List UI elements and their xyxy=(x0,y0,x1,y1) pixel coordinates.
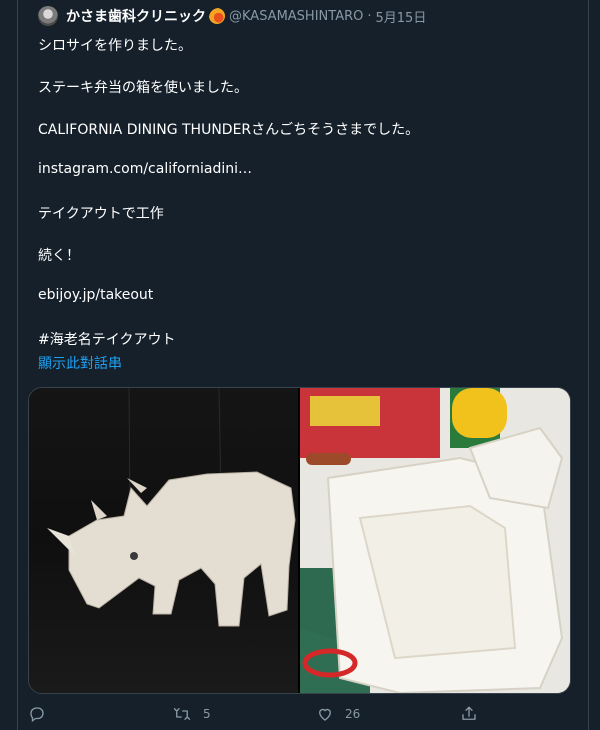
instagram-link[interactable]: instagram.com/californiadini… xyxy=(38,161,252,177)
hashtag-link[interactable]: #海老名テイクアウト xyxy=(38,329,175,349)
column-border xyxy=(588,0,589,730)
user-handle[interactable]: @KASAMASHINTARO xyxy=(229,9,363,24)
share-button[interactable] xyxy=(460,705,478,723)
timeline-border xyxy=(17,0,18,730)
photo-bento-box[interactable] xyxy=(300,388,570,693)
tweet-text-line: 続く！ xyxy=(38,248,80,264)
tweet-date[interactable]: 5月15日 xyxy=(376,7,427,26)
rhino-illustration xyxy=(47,388,296,627)
photo-rhino-model[interactable] xyxy=(29,388,298,693)
tweet-text-line: ステーキ弁当の箱を使いました。 xyxy=(38,80,248,96)
tweet-text-line: テイクアウトで工作 xyxy=(38,206,164,222)
tweet-text-line: シロサイを作りました。 xyxy=(38,38,192,54)
avatar[interactable] xyxy=(38,6,58,26)
retweet-icon xyxy=(173,708,191,720)
heart-icon xyxy=(319,708,331,721)
header-separator: · xyxy=(367,8,372,24)
tweet-text-line: CALIFORNIA DINING THUNDERさんごちそうさまでした。 xyxy=(38,122,420,138)
retweet-button[interactable]: 5 xyxy=(172,705,211,723)
bento-box-illustration xyxy=(300,388,570,693)
like-count: 26 xyxy=(345,707,361,721)
share-icon xyxy=(462,706,476,720)
reply-icon xyxy=(30,707,44,723)
display-name[interactable]: かさま歯科クリニック xyxy=(66,6,206,26)
like-button[interactable]: 26 xyxy=(316,705,360,723)
reply-button[interactable] xyxy=(28,705,46,723)
shrimp-emoji-icon xyxy=(209,8,225,24)
tweet-actions: 5 26 xyxy=(0,705,600,725)
takeout-link[interactable]: ebijoy.jp/takeout xyxy=(38,287,153,303)
retweet-count: 5 xyxy=(203,707,211,721)
tweet-media xyxy=(28,387,571,694)
show-thread-link[interactable]: 顯示此對話串 xyxy=(38,353,122,373)
left-rail xyxy=(0,0,18,730)
tweet-header: かさま歯科クリニック @KASAMASHINTARO · 5月15日 xyxy=(38,5,426,27)
